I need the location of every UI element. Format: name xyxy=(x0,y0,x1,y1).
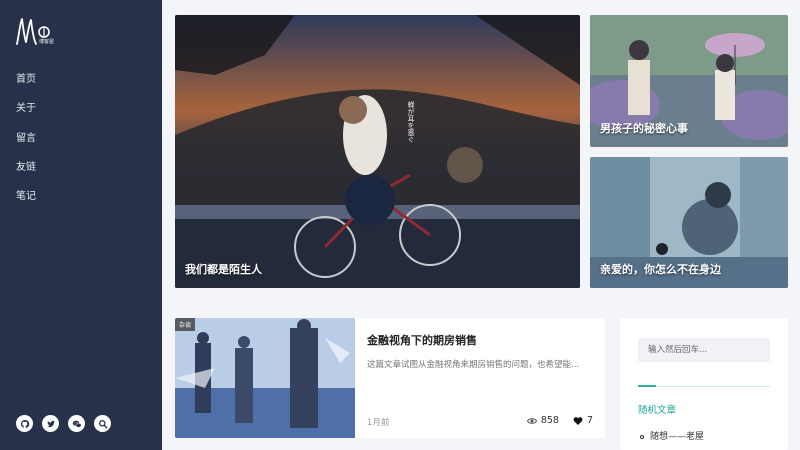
post-title[interactable]: 金融视角下的期房销售 xyxy=(367,332,477,348)
random-posts-title: 随机文章 xyxy=(638,405,677,416)
featured-post-bottom-right[interactable]: 亲爱的，你怎么不在身边 xyxy=(590,157,788,288)
sidebar: 博客屋 首页 关于 留言 友链 笔记 xyxy=(0,0,162,450)
heart-icon[interactable] xyxy=(573,416,583,426)
widget-divider-accent xyxy=(638,385,656,387)
featured-main-title[interactable]: 我们都是陌生人 xyxy=(185,261,262,277)
nav-item-guestbook[interactable]: 留言 xyxy=(16,131,36,160)
post-likes: 7 xyxy=(586,415,593,426)
featured-post-main[interactable]: 蝉が耳を塞ぐ 我们都是陌生人 xyxy=(175,15,580,288)
featured-main-image: 蝉が耳を塞ぐ xyxy=(175,15,580,288)
random-post-item[interactable]: 随想——老屋 xyxy=(640,429,704,442)
featured-post-top-right[interactable]: 男孩子的秘密心事 xyxy=(590,15,788,147)
logo-subtitle: 博客屋 xyxy=(39,39,55,45)
featured-top-right-title[interactable]: 男孩子的秘密心事 xyxy=(600,120,688,136)
nav-item-friends[interactable]: 友链 xyxy=(16,160,36,189)
social-links xyxy=(16,415,111,432)
post-views: 858 xyxy=(540,415,559,426)
post-card[interactable]: 杂谈 金融视角下的期房销售 这篇文章试图从金融视角来期房销售的问题，也希望能..… xyxy=(175,318,605,438)
nav-item-notes[interactable]: 笔记 xyxy=(16,189,36,218)
twitter-icon[interactable] xyxy=(42,415,59,432)
post-excerpt: 这篇文章试图从金融视角来期房销售的问题，也希望能... xyxy=(367,360,580,370)
post-thumbnail-image xyxy=(175,318,355,438)
search-icon[interactable] xyxy=(94,415,111,432)
post-date: 1月前 xyxy=(367,418,390,428)
post-stats: 858 7 xyxy=(526,415,593,426)
nav-item-about[interactable]: 关于 xyxy=(16,101,36,130)
github-icon[interactable] xyxy=(16,415,33,432)
wechat-icon[interactable] xyxy=(68,415,85,432)
site-logo[interactable]: 博客屋 xyxy=(14,14,56,48)
main-nav: 首页 关于 留言 友链 笔记 xyxy=(16,72,36,218)
widget-divider xyxy=(638,386,770,387)
eye-icon xyxy=(526,417,537,424)
sidebar-widget: 随机文章 随想——老屋 xyxy=(620,318,788,450)
featured-art-text: 蝉が耳を塞ぐ xyxy=(407,100,415,143)
post-category-tag[interactable]: 杂谈 xyxy=(175,318,196,331)
featured-bottom-right-title[interactable]: 亲爱的，你怎么不在身边 xyxy=(600,261,721,277)
random-post-label[interactable]: 随想——老屋 xyxy=(650,432,704,442)
bullet-icon xyxy=(640,434,644,439)
search-input[interactable] xyxy=(638,338,770,362)
post-thumbnail[interactable]: 杂谈 xyxy=(175,318,355,438)
nav-item-home[interactable]: 首页 xyxy=(16,72,36,101)
